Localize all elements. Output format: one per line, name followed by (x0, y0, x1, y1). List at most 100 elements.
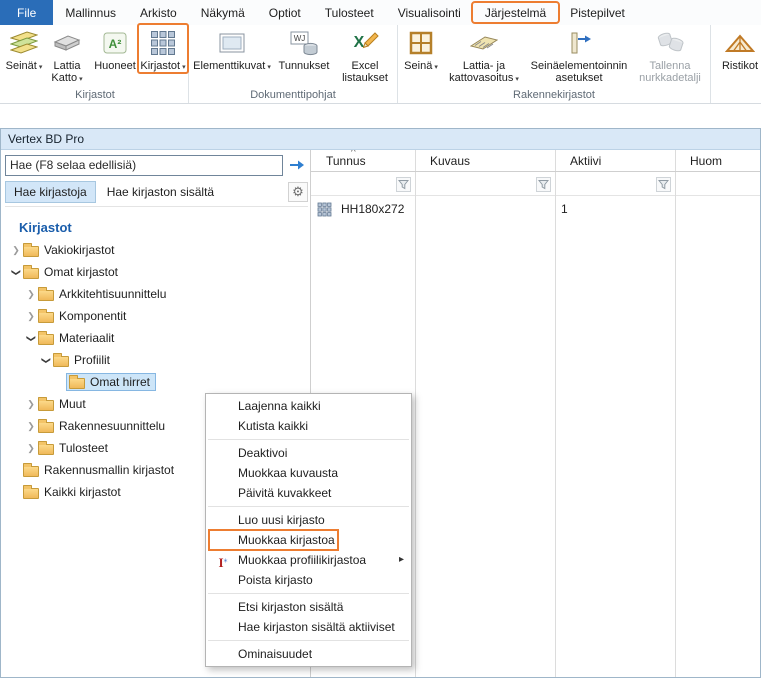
cell-kuvaus (415, 196, 555, 222)
menu-item-ominaisuudet[interactable]: Ominaisuudet (206, 644, 411, 664)
ribbon-group-dokumenttipohjat: Elementtikuvat ▾ WJ Tunnukset X Excel li… (189, 25, 398, 103)
column-header-aktiivi[interactable]: Aktiivi (555, 150, 675, 171)
grid-row-hh180x272[interactable]: HH180x272 1 (311, 196, 760, 222)
ribbon-body: Seinät ▾ Lattia Katto ▾ A² Huoneet Kirja… (0, 23, 761, 104)
floor-slab-icon (53, 28, 81, 58)
folder-icon (38, 308, 54, 323)
menu-item-paivita-kuvakkeet[interactable]: Päivitä kuvakkeet (206, 483, 411, 503)
go-arrow-icon (290, 160, 304, 170)
cell-aktiivi: 1 (561, 202, 568, 216)
chevron-right-icon[interactable]: ❯ (24, 399, 38, 410)
roof-truss-icon (725, 28, 755, 58)
chevron-right-icon[interactable]: ❯ (24, 289, 38, 300)
filter-funnel-icon[interactable] (536, 177, 551, 192)
tree-item-omat-hirret[interactable]: Omat hirret (1, 371, 310, 393)
cell-huom (675, 196, 760, 222)
tree-item-komponentit[interactable]: ❯ Komponentit (1, 305, 310, 327)
chevron-right-icon[interactable]: ❯ (24, 443, 38, 454)
group-label-dokumenttipohjat: Dokumenttipohjat (250, 89, 336, 101)
search-input[interactable] (5, 154, 283, 176)
huoneet-button[interactable]: A² Huoneet (90, 25, 140, 72)
menu-item-hae-kirjaston-sisalta-aktiiviset[interactable]: Hae kirjaston sisältä aktiiviset (206, 617, 411, 637)
wall-element-settings-icon (565, 28, 593, 58)
tunnukset-button[interactable]: WJ Tunnukset (273, 25, 335, 72)
tab-optiot[interactable]: Optiot (257, 0, 313, 25)
tree-item-arkkitehtisuunnittelu[interactable]: ❯ Arkkitehtisuunnittelu (1, 283, 310, 305)
folder-icon (38, 286, 54, 301)
elementtikuvat-button[interactable]: Elementtikuvat ▾ (191, 25, 273, 74)
seina-button[interactable]: Seinä ▾ (400, 25, 442, 74)
ristikot-button[interactable]: Ristikot (713, 25, 761, 72)
chevron-right-icon[interactable]: ❯ (24, 421, 38, 432)
dropdown-caret-icon: ▾ (182, 64, 186, 71)
tab-visualisointi[interactable]: Visualisointi (386, 0, 473, 25)
submenu-arrow-icon: ▸ (398, 554, 404, 565)
filter-funnel-icon[interactable] (656, 177, 671, 192)
kirjastot-button[interactable]: Kirjastot ▾ (137, 23, 189, 74)
ribbon-group-ristikot: Ristikot (711, 25, 761, 103)
tab-hae-kirjaston-sisalta[interactable]: Hae kirjaston sisältä (99, 182, 222, 202)
menu-item-poista-kirjasto[interactable]: Poista kirjasto (206, 570, 411, 590)
chevron-down-icon[interactable]: ❯ (11, 265, 22, 279)
excel-edit-icon: X (351, 28, 379, 58)
folder-icon (23, 462, 39, 477)
window-title: Vertex BD Pro (1, 129, 760, 150)
tab-mallinnus[interactable]: Mallinnus (53, 0, 128, 25)
room-a2-icon: A² (101, 28, 129, 58)
group-label-kirjastot: Kirjastot (75, 89, 115, 101)
search-go-button[interactable] (286, 154, 308, 176)
tree-selection: Omat hirret (66, 373, 157, 391)
seinat-button[interactable]: Seinät ▾ (4, 25, 44, 74)
menu-item-kutista-kaikki[interactable]: Kutista kaikki (206, 416, 411, 436)
tab-hae-kirjastoja[interactable]: Hae kirjastoja (5, 181, 96, 203)
folder-icon (23, 484, 39, 499)
grid-filter-row (311, 172, 760, 196)
wall-layers-icon (10, 28, 38, 58)
tree-item-materiaalit[interactable]: ❯ Materiaalit (1, 327, 310, 349)
search-mode-tabs: Hae kirjastoja Hae kirjaston sisältä ⚙ (5, 181, 308, 207)
tab-nakyma[interactable]: Näkymä (189, 0, 257, 25)
tree-item-omat-kirjastot[interactable]: ❯ Omat kirjastot (1, 261, 310, 283)
tab-tulosteet[interactable]: Tulosteet (313, 0, 386, 25)
window-frame-icon (407, 28, 435, 58)
column-header-tunnus[interactable]: ^ Tunnus (311, 150, 415, 171)
tree-item-vakiokirjastot[interactable]: ❯ Vakiokirjastot (1, 239, 310, 261)
menu-separator (208, 506, 409, 507)
cell-tunnus: HH180x272 (341, 202, 405, 216)
tab-file[interactable]: File (0, 0, 54, 25)
menu-item-laajenna-kaikki[interactable]: Laajenna kaikki (206, 396, 411, 416)
folder-icon (53, 352, 69, 367)
menu-item-deaktivoi[interactable]: Deaktivoi (206, 443, 411, 463)
folder-icon (38, 396, 54, 411)
dropdown-caret-icon: ▾ (267, 64, 271, 71)
tree-item-profiilit[interactable]: ❯ Profiilit (1, 349, 310, 371)
seinaelementoinnin-asetukset-button[interactable]: Seinäelementoinnin asetukset (526, 25, 632, 84)
column-header-kuvaus[interactable]: Kuvaus (415, 150, 555, 171)
filter-funnel-icon[interactable] (396, 177, 411, 192)
folder-icon (38, 440, 54, 455)
menu-item-muokkaa-kirjastoa[interactable]: Muokkaa kirjastoa (206, 529, 411, 551)
chevron-down-icon[interactable]: ❯ (26, 331, 37, 345)
menu-item-muokkaa-kuvausta[interactable]: Muokkaa kuvausta (206, 463, 411, 483)
lattia-ja-kattovasoitus-button[interactable]: Lattia- ja kattovasoitus ▾ (442, 25, 526, 86)
ribbon-group-kirjastot: Seinät ▾ Lattia Katto ▾ A² Huoneet Kirja… (2, 23, 189, 103)
column-header-huom[interactable]: Huom (675, 150, 760, 171)
lattia-katto-button[interactable]: Lattia Katto ▾ (44, 25, 90, 86)
chevron-right-icon[interactable]: ❯ (9, 245, 23, 256)
menu-item-etsi-kirjaston-sisalta[interactable]: Etsi kirjaston sisältä (206, 597, 411, 617)
dropdown-caret-icon: ▾ (38, 64, 43, 71)
tallenna-nurkkadetalji-button: Tallenna nurkkadetalji (632, 25, 708, 84)
tab-pistepilvet[interactable]: Pistepilvet (558, 0, 637, 25)
svg-text:X: X (354, 34, 365, 51)
tab-jarjestelma[interactable]: Järjestelmä (470, 0, 561, 25)
menu-item-luo-uusi-kirjasto[interactable]: Luo uusi kirjasto (206, 510, 411, 530)
chevron-down-icon[interactable]: ❯ (41, 353, 52, 367)
menu-separator (208, 593, 409, 594)
menu-item-muokkaa-profiilikirjastoa[interactable]: I⁎ Muokkaa profiilikirjastoa ▸ (206, 550, 411, 570)
excel-listaukset-button[interactable]: X Excel listaukset (335, 25, 395, 84)
dropdown-caret-icon: ▾ (515, 76, 519, 83)
library-item-icon (317, 202, 332, 216)
tab-arkisto[interactable]: Arkisto (128, 0, 189, 25)
chevron-right-icon[interactable]: ❯ (24, 311, 38, 322)
settings-gear-icon[interactable]: ⚙ (288, 182, 308, 202)
